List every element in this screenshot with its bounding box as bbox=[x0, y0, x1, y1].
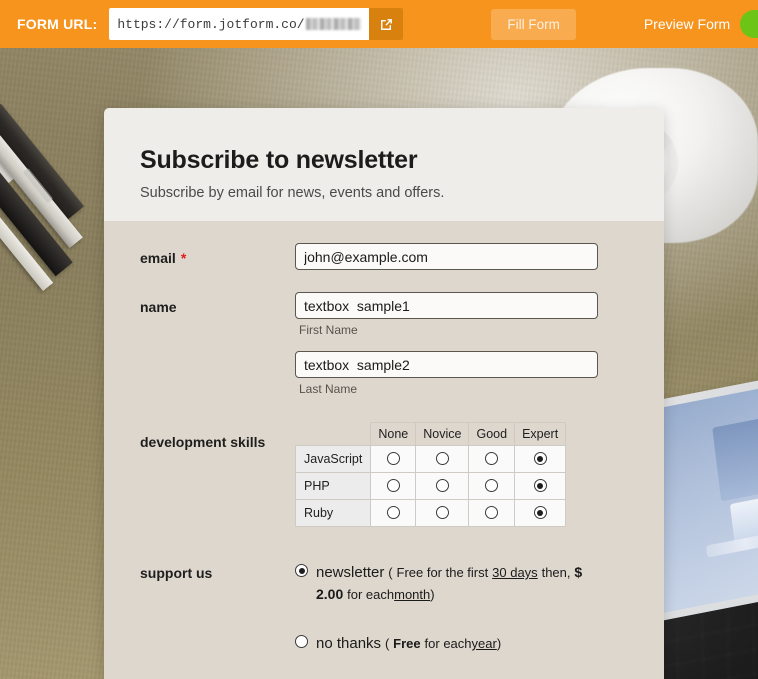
table-row: PHP bbox=[294, 472, 567, 500]
laptop-screen-window bbox=[712, 412, 758, 502]
name-label: name bbox=[140, 299, 177, 315]
last-name-sublabel: Last Name bbox=[299, 382, 358, 396]
support-option-newsletter[interactable]: newsletter ( Free for the first 30 days … bbox=[295, 561, 664, 606]
radio-javascript-good[interactable] bbox=[485, 452, 499, 466]
matrix-cell-javascript-good[interactable] bbox=[468, 445, 516, 473]
matrix-cell-php-good[interactable] bbox=[468, 472, 516, 500]
matrix-cell-php-expert[interactable] bbox=[514, 472, 567, 500]
no-thanks-free: Free bbox=[393, 635, 421, 651]
table-row: Ruby bbox=[294, 499, 567, 527]
field-row-email: email * bbox=[104, 243, 664, 270]
matrix-cell-javascript-none[interactable] bbox=[370, 445, 417, 473]
form-url-field-group: https://form.jotform.co/ bbox=[109, 8, 404, 40]
radio-php-good[interactable] bbox=[485, 479, 499, 493]
email-label-text: email bbox=[140, 250, 176, 266]
newsletter-close-paren: ) bbox=[430, 587, 435, 603]
matrix-row-label-ruby: Ruby bbox=[294, 499, 372, 527]
radio-no-thanks[interactable] bbox=[295, 634, 308, 648]
matrix-col-expert: Expert bbox=[514, 422, 567, 446]
preview-form-group: Preview Form bbox=[644, 10, 758, 38]
newsletter-amount: 2.00 bbox=[316, 586, 344, 603]
form-header: Subscribe to newsletter Subscribe by ema… bbox=[104, 108, 664, 221]
form-url-text: https://form.jotform.co/ bbox=[117, 16, 305, 32]
matrix-col-novice: Novice bbox=[415, 422, 470, 446]
newsletter-for-each: for each bbox=[347, 587, 395, 603]
radio-php-expert[interactable] bbox=[533, 479, 547, 493]
field-row-skills: development skills None Novice Good Expe… bbox=[104, 420, 664, 527]
no-thanks-close-paren: ) bbox=[496, 635, 502, 651]
newsletter-currency: $ bbox=[574, 564, 583, 580]
radio-ruby-none[interactable] bbox=[386, 506, 400, 520]
newsletter-mid-text: then, bbox=[541, 565, 571, 580]
radio-php-novice[interactable] bbox=[435, 479, 449, 493]
radio-javascript-expert[interactable] bbox=[533, 452, 547, 466]
screen: FORM URL: https://form.jotform.co/ Fill … bbox=[0, 0, 758, 679]
radio-javascript-novice[interactable] bbox=[435, 452, 449, 466]
field-row-support: support us newsletter ( Free for the fir… bbox=[104, 561, 664, 679]
first-name-field[interactable] bbox=[295, 292, 598, 319]
radio-newsletter[interactable] bbox=[295, 564, 308, 577]
no-thanks-for-each: for each bbox=[424, 635, 472, 651]
top-toolbar: FORM URL: https://form.jotform.co/ Fill … bbox=[0, 0, 758, 48]
no-thanks-option-text: no thanks ( Free for eachyear) bbox=[316, 632, 501, 655]
preview-form-toggle[interactable] bbox=[740, 10, 758, 38]
matrix-cell-php-none[interactable] bbox=[370, 472, 417, 500]
external-link-icon bbox=[380, 18, 392, 30]
radio-javascript-none[interactable] bbox=[386, 452, 400, 466]
matrix-row-label-php: PHP bbox=[294, 472, 372, 500]
matrix-header-row: None Novice Good Expert bbox=[296, 422, 567, 446]
fill-form-button[interactable]: Fill Form bbox=[491, 8, 576, 40]
matrix-cell-ruby-expert[interactable] bbox=[514, 499, 567, 527]
email-control bbox=[295, 243, 664, 270]
table-row: JavaScript bbox=[294, 445, 567, 473]
support-control: newsletter ( Free for the first 30 days … bbox=[295, 561, 664, 679]
last-name-field[interactable] bbox=[295, 351, 598, 378]
no-thanks-unit: year bbox=[471, 635, 497, 651]
matrix-cell-ruby-good[interactable] bbox=[468, 499, 516, 527]
matrix-col-good: Good bbox=[468, 422, 516, 446]
matrix-cell-ruby-none[interactable] bbox=[370, 499, 417, 527]
form-subtitle: Subscribe by email for news, events and … bbox=[140, 185, 445, 201]
skills-matrix: None Novice Good Expert JavaScript PHP R… bbox=[294, 422, 567, 527]
newsletter-open-paren: ( bbox=[388, 565, 393, 580]
matrix-col-none: None bbox=[370, 422, 417, 446]
newsletter-option-text: newsletter ( Free for the first 30 days … bbox=[316, 561, 608, 606]
matrix-cell-ruby-novice[interactable] bbox=[415, 499, 470, 527]
form-body: email* name First Name Last Name develop… bbox=[104, 221, 664, 679]
newsletter-trial-period: 30 days bbox=[492, 565, 538, 580]
no-thanks-option-name: no thanks bbox=[316, 634, 382, 652]
matrix-cell-javascript-novice[interactable] bbox=[415, 445, 470, 473]
name-control: First Name Last Name bbox=[295, 292, 664, 396]
radio-ruby-novice[interactable] bbox=[435, 506, 449, 520]
first-name-sublabel: First Name bbox=[299, 323, 358, 337]
matrix-cell-php-novice[interactable] bbox=[415, 472, 470, 500]
newsletter-pre-text: Free for the first bbox=[396, 565, 489, 580]
no-thanks-open-paren: ( bbox=[384, 635, 390, 651]
form-url-input[interactable]: https://form.jotform.co/ bbox=[109, 8, 370, 40]
radio-ruby-good[interactable] bbox=[485, 506, 499, 520]
open-url-button[interactable] bbox=[369, 8, 404, 40]
newsletter-unit: month bbox=[394, 587, 431, 603]
matrix-row-label-javascript: JavaScript bbox=[294, 445, 372, 473]
preview-form-label: Preview Form bbox=[643, 16, 731, 32]
skills-label: development skills bbox=[140, 434, 266, 450]
matrix-corner-cell bbox=[296, 423, 371, 446]
support-label: support us bbox=[140, 565, 213, 581]
form-card: Subscribe to newsletter Subscribe by ema… bbox=[104, 108, 664, 679]
skills-control: None Novice Good Expert JavaScript PHP R… bbox=[294, 420, 664, 527]
email-field[interactable] bbox=[295, 243, 598, 270]
matrix-cell-javascript-expert[interactable] bbox=[514, 445, 567, 473]
email-label: email * bbox=[140, 243, 295, 270]
radio-php-none[interactable] bbox=[386, 479, 400, 493]
form-url-label: FORM URL: bbox=[17, 16, 98, 32]
field-row-name: name First Name Last Name bbox=[104, 292, 664, 396]
radio-ruby-expert[interactable] bbox=[533, 506, 547, 520]
page-title: Subscribe to newsletter bbox=[140, 146, 418, 174]
support-option-no-thanks[interactable]: no thanks ( Free for eachyear) bbox=[295, 632, 664, 655]
required-marker: * bbox=[180, 250, 187, 266]
form-url-redacted-segment bbox=[305, 18, 362, 30]
newsletter-option-name: newsletter bbox=[316, 564, 385, 581]
